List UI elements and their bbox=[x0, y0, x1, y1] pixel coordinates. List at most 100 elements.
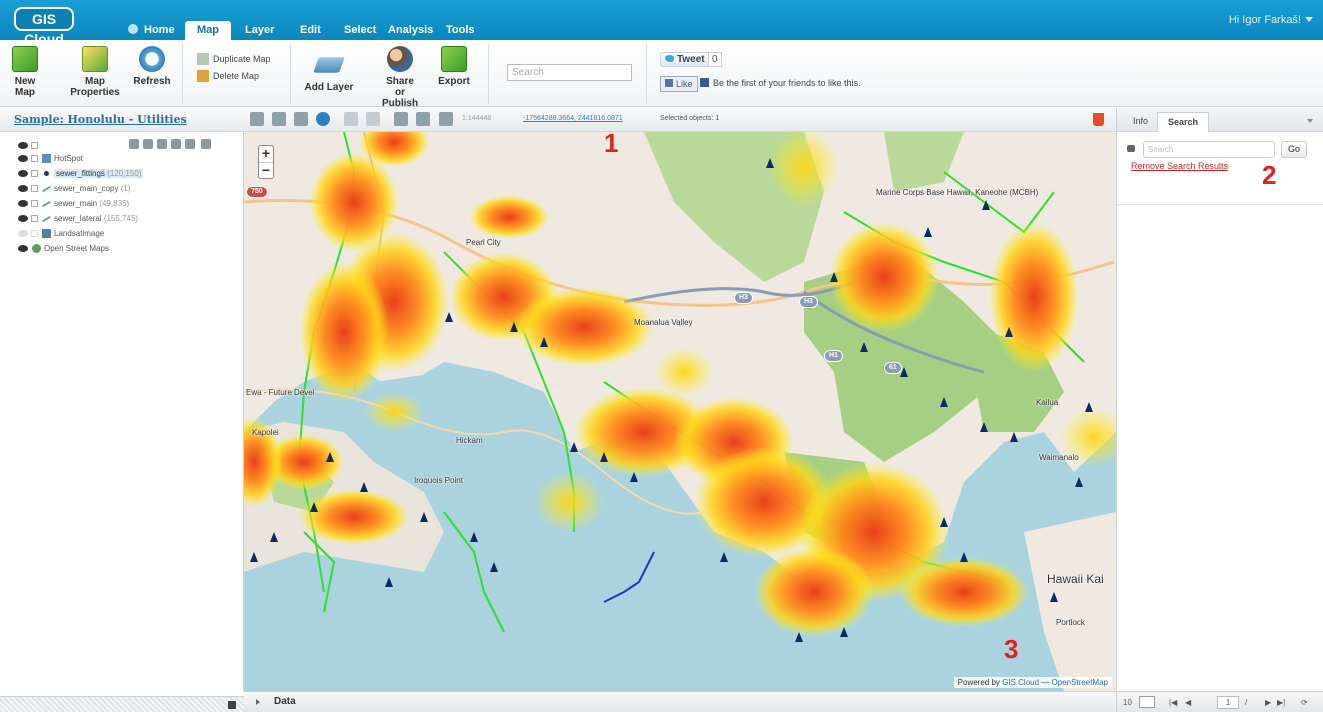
user-menu[interactable]: Hi Igor Farkaš! bbox=[1229, 14, 1313, 26]
tab-search[interactable]: Search bbox=[1157, 112, 1210, 132]
duplicate-map-button[interactable]: Duplicate Map bbox=[197, 53, 271, 65]
layer-item[interactable]: Open Street Maps bbox=[18, 244, 109, 256]
resize-handle-icon[interactable] bbox=[228, 701, 236, 709]
tab-info[interactable]: Info bbox=[1123, 112, 1158, 132]
layer-item[interactable]: sewer_main (49,835) bbox=[18, 199, 129, 211]
search-input[interactable]: Search bbox=[1143, 141, 1275, 158]
checkbox[interactable] bbox=[31, 185, 38, 193]
checkbox[interactable] bbox=[31, 230, 38, 238]
map-label: Marine Corps Base Hawaii, Kaneohe (MCBH) bbox=[876, 188, 1039, 197]
refresh-icon[interactable]: ⟳ bbox=[1301, 698, 1308, 707]
last-page-icon[interactable]: ▶| bbox=[1277, 698, 1285, 707]
annotation-marker: 3 bbox=[1004, 634, 1019, 664]
ribbon: New Map Map Properties Refresh Duplicate… bbox=[0, 40, 1323, 109]
map-label: Hawaii Kai bbox=[1047, 572, 1104, 586]
eye-icon[interactable] bbox=[18, 245, 28, 253]
new-map-button[interactable]: New Map bbox=[8, 46, 42, 98]
remove-search-results-link[interactable]: Remove Search Results bbox=[1131, 161, 1228, 171]
full-extent-icon[interactable] bbox=[294, 112, 309, 126]
tab-analysis[interactable]: Analysis bbox=[388, 21, 433, 40]
checkbox[interactable] bbox=[31, 215, 38, 223]
next-page-icon[interactable]: ▶ bbox=[1265, 698, 1271, 707]
heat-spot bbox=[899, 557, 1029, 627]
gis-cloud-link[interactable]: GIS Cloud bbox=[1002, 678, 1039, 687]
go-button[interactable]: Go bbox=[1281, 141, 1307, 158]
checkbox[interactable] bbox=[31, 170, 38, 178]
heat-spot bbox=[514, 287, 654, 367]
checkbox[interactable] bbox=[31, 141, 38, 149]
expand-arrow-icon[interactable] bbox=[256, 699, 260, 705]
map-label: Waimanalo bbox=[1039, 453, 1079, 462]
layer-item[interactable]: Landsatimage bbox=[18, 229, 104, 241]
checkbox[interactable] bbox=[31, 200, 38, 208]
refresh-button[interactable]: Refresh bbox=[132, 46, 172, 87]
tab-layer[interactable]: Layer bbox=[245, 21, 274, 40]
eye-icon[interactable] bbox=[18, 215, 28, 223]
map-title[interactable]: Sample: Honolulu - Utilities bbox=[14, 113, 187, 126]
eye-icon[interactable] bbox=[18, 141, 28, 149]
map-label: Hickam bbox=[456, 436, 483, 445]
select-pointer-icon[interactable] bbox=[344, 112, 359, 126]
first-page-icon[interactable]: |◀ bbox=[1169, 698, 1177, 707]
checkbox[interactable] bbox=[31, 155, 38, 163]
route-shield: H1 bbox=[824, 350, 843, 362]
ribbon-divider bbox=[488, 44, 489, 104]
edit-pencil-icon[interactable] bbox=[438, 112, 453, 126]
delete-icon bbox=[197, 70, 209, 82]
style-icon[interactable] bbox=[157, 139, 167, 149]
data-bar-label[interactable]: Data bbox=[274, 696, 296, 707]
add-layer-button[interactable]: Add Layer bbox=[304, 52, 354, 93]
layer-item[interactable]: HotSpot bbox=[18, 154, 83, 166]
ribbon-search-input[interactable]: Search bbox=[507, 64, 632, 81]
coordinates-readout[interactable]: -17564288.3664, 2441816.0871 bbox=[523, 115, 623, 122]
zoom-out-button[interactable]: − bbox=[259, 162, 273, 178]
tab-tools[interactable]: Tools bbox=[446, 21, 475, 40]
share-publish-button[interactable]: Share or Publish bbox=[380, 46, 420, 109]
delete-map-button[interactable]: Delete Map bbox=[197, 70, 259, 82]
map-attribution: Powered by GIS Cloud — OpenStreetMap bbox=[953, 677, 1112, 688]
thumbs-up-icon bbox=[665, 79, 673, 87]
collapse-icon[interactable] bbox=[185, 139, 195, 149]
layer-item[interactable]: sewer_lateral (155,745) bbox=[18, 214, 138, 226]
app-logo[interactable]: GIS Cloud bbox=[14, 7, 74, 47]
eye-icon[interactable] bbox=[18, 230, 28, 238]
prev-page-icon[interactable]: ◀ bbox=[1185, 698, 1191, 707]
panel-resize-bar[interactable] bbox=[0, 696, 244, 712]
layer-item[interactable]: sewer_main_copy (1) bbox=[18, 184, 131, 196]
layer-name: HotSpot bbox=[54, 154, 83, 163]
heat-spot bbox=[534, 472, 604, 532]
expand-icon[interactable] bbox=[201, 139, 211, 149]
tab-home[interactable]: Home bbox=[128, 21, 175, 40]
map-canvas[interactable]: + − Pearl City Marine Corps Base Hawaii,… bbox=[244, 132, 1116, 691]
layer-item[interactable]: sewer_fittings (120,150) bbox=[18, 169, 144, 181]
pan-hand-icon[interactable] bbox=[250, 112, 264, 126]
info-icon[interactable] bbox=[316, 112, 331, 126]
select-box-icon[interactable] bbox=[366, 112, 381, 126]
eye-icon[interactable] bbox=[18, 185, 28, 193]
gear-icon[interactable] bbox=[129, 139, 139, 149]
page-size-select[interactable] bbox=[1139, 696, 1155, 708]
print-icon[interactable] bbox=[394, 112, 409, 126]
tab-edit[interactable]: Edit bbox=[300, 21, 321, 40]
data-bar[interactable]: Data bbox=[244, 691, 1116, 712]
chevron-down-icon[interactable] bbox=[1307, 119, 1313, 123]
page-input[interactable]: 1 bbox=[1217, 696, 1239, 709]
attribution-text: Powered by bbox=[957, 678, 1000, 687]
map-properties-button[interactable]: Map Properties bbox=[70, 46, 120, 98]
edit-pencil-icon[interactable] bbox=[143, 139, 153, 149]
tab-select[interactable]: Select bbox=[344, 21, 376, 40]
zoom-icon[interactable] bbox=[272, 112, 287, 126]
like-button[interactable]: Like bbox=[660, 76, 698, 92]
eye-icon[interactable] bbox=[18, 170, 28, 178]
eye-icon[interactable] bbox=[18, 155, 28, 163]
tab-map[interactable]: Map bbox=[185, 21, 231, 40]
openstreetmap-link[interactable]: OpenStreetMap bbox=[1052, 678, 1108, 687]
map-properties-label-2: Properties bbox=[70, 87, 120, 98]
map-label: Moanalua Valley bbox=[634, 318, 693, 327]
export-button[interactable]: Export bbox=[436, 46, 472, 87]
measure-icon[interactable] bbox=[416, 112, 431, 126]
close-icon[interactable] bbox=[171, 139, 181, 149]
tweet-button[interactable]: Tweet bbox=[660, 52, 710, 67]
zoom-in-button[interactable]: + bbox=[259, 146, 273, 162]
eye-icon[interactable] bbox=[18, 200, 28, 208]
